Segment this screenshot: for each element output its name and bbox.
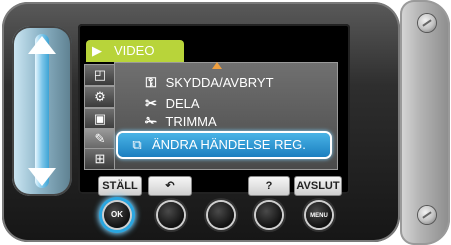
mode-tab-edit-tools[interactable]: ✎ (84, 128, 116, 150)
menu-item-trim[interactable]: ✁ TRIMMA (140, 112, 217, 130)
softkey-quit-button[interactable]: AVSLUT (294, 176, 342, 196)
softkey-help-label: ? (265, 180, 273, 192)
menu-label: MENU (310, 213, 328, 219)
menu-item-label: DELA (165, 96, 200, 111)
menu-title-tab: ▶ VIDEO (86, 40, 184, 62)
mode-tab-settings-group[interactable]: ⚙ (84, 86, 116, 108)
mode-tab-multi-screen[interactable]: ◰ (84, 64, 116, 86)
menu-item-change-event-selected[interactable]: ⧉ ÄNDRA HÄNDELSE REG. (118, 133, 330, 157)
index-screen-icon: ⊞ (94, 151, 106, 166)
menu-item-label: SKYDDA/AVBRYT (165, 75, 274, 90)
slider-rail[interactable] (35, 34, 49, 188)
hardware-button-4[interactable] (256, 202, 282, 228)
mode-tab-folder[interactable]: ▣ (84, 108, 116, 130)
menu-button[interactable]: MENU (306, 202, 332, 228)
multi-screen-icon: ◰ (93, 67, 107, 82)
softkey-set-button[interactable]: STÄLL (98, 176, 142, 196)
menu-item-label: TRIMMA (165, 114, 217, 129)
folder-icon: ▣ (93, 111, 107, 126)
softkey-back-button[interactable]: ↶ (148, 176, 192, 196)
softkey-help-button[interactable]: ? (248, 176, 290, 196)
softkey-set-label: STÄLL (102, 180, 138, 192)
change-event-icon: ⧉ (132, 137, 142, 152)
settings-group-icon: ⚙ (94, 89, 106, 104)
hardware-button-3[interactable] (208, 202, 234, 228)
mode-tab-index-screen[interactable]: ⊞ (84, 148, 116, 170)
screw-top-icon (418, 14, 436, 32)
split-icon: ✂ (145, 95, 157, 111)
edit-tools-icon: ✎ (94, 131, 106, 146)
scroll-up-arrow-icon[interactable] (28, 36, 56, 54)
ok-button[interactable]: OK (104, 202, 130, 228)
key-icon: ⚿ (145, 74, 157, 90)
more-items-up-icon (212, 62, 222, 69)
scroll-down-arrow-icon[interactable] (28, 168, 56, 186)
video-camera-icon: ▶ (92, 43, 102, 58)
menu-item-protect[interactable]: ⚿ SKYDDA/AVBRYT (140, 73, 274, 91)
menu-title-label: VIDEO (114, 43, 155, 58)
hardware-button-2[interactable] (158, 202, 184, 228)
softkey-quit-label: AVSLUT (296, 180, 340, 192)
menu-item-split[interactable]: ✂ DELA (140, 94, 200, 112)
back-arrow-icon: ↶ (165, 180, 175, 192)
trim-icon: ✁ (145, 113, 157, 129)
screw-bottom-icon (418, 206, 436, 224)
selected-item-label: ÄNDRA HÄNDELSE REG. (152, 137, 306, 152)
ok-label: OK (111, 210, 123, 219)
